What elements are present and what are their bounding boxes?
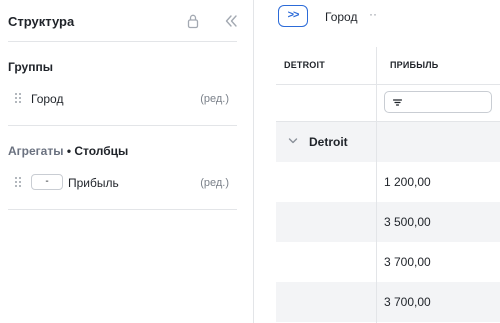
- data-grid: DETROIT ПРИБЫЛЬ Detroit 1 200,00 3 500,0…: [276, 47, 500, 323]
- edit-link[interactable]: (ред.): [200, 177, 229, 189]
- aggregates-section-title: Агрегаты • Столбцы: [8, 144, 128, 158]
- more-options-icon[interactable]: ··: [369, 7, 377, 21]
- group-field-city[interactable]: Город (ред.): [8, 88, 237, 110]
- columns-label: • Столбцы: [66, 144, 129, 158]
- panel-title: Структура: [8, 14, 75, 29]
- profit-cell: 3 700,00: [384, 295, 431, 309]
- column-divider: [376, 47, 377, 323]
- filter-icon: [393, 99, 402, 106]
- group-chip-city[interactable]: Город: [325, 10, 357, 24]
- structure-panel: Структура Группы Город (ред.) Агрегаты •…: [0, 0, 254, 323]
- table-row[interactable]: 1 200,00: [276, 162, 500, 202]
- profit-cell: 3 500,00: [384, 215, 431, 229]
- aggregate-field-profit[interactable]: - Прибыль (ред.): [8, 172, 237, 194]
- aggregate-field-label: Прибыль: [68, 176, 119, 190]
- groups-section-title: Группы: [8, 60, 53, 74]
- table-row[interactable]: 3 700,00: [276, 282, 500, 322]
- aggregates-label: Агрегаты: [8, 144, 64, 158]
- chevron-down-icon[interactable]: [288, 136, 298, 146]
- group-row-label: Detroit: [309, 135, 348, 149]
- profit-filter-input[interactable]: [384, 91, 492, 113]
- group-row-detroit[interactable]: Detroit: [276, 122, 500, 162]
- profit-cell: 1 200,00: [384, 175, 431, 189]
- drag-handle-icon[interactable]: [14, 176, 22, 188]
- expand-panel-button[interactable]: >>: [278, 5, 308, 27]
- expand-panel-label: >>: [287, 9, 300, 21]
- table-row[interactable]: 3 700,00: [276, 242, 500, 282]
- edit-link[interactable]: (ред.): [200, 93, 229, 105]
- lock-icon[interactable]: [186, 13, 200, 29]
- divider: [8, 209, 237, 210]
- table-row[interactable]: 3 500,00: [276, 202, 500, 242]
- profit-cell: 3 700,00: [384, 255, 431, 269]
- column-header-profit[interactable]: ПРИБЫЛЬ: [390, 47, 438, 84]
- group-field-label: Город: [31, 92, 64, 106]
- collapse-icon[interactable]: [224, 14, 238, 28]
- divider: [8, 125, 237, 126]
- drag-handle-icon[interactable]: [14, 92, 22, 104]
- panel-header: Структура: [8, 0, 237, 42]
- filter-row: [276, 85, 500, 122]
- aggregation-select[interactable]: -: [31, 174, 63, 190]
- column-header-detroit[interactable]: DETROIT: [284, 47, 325, 84]
